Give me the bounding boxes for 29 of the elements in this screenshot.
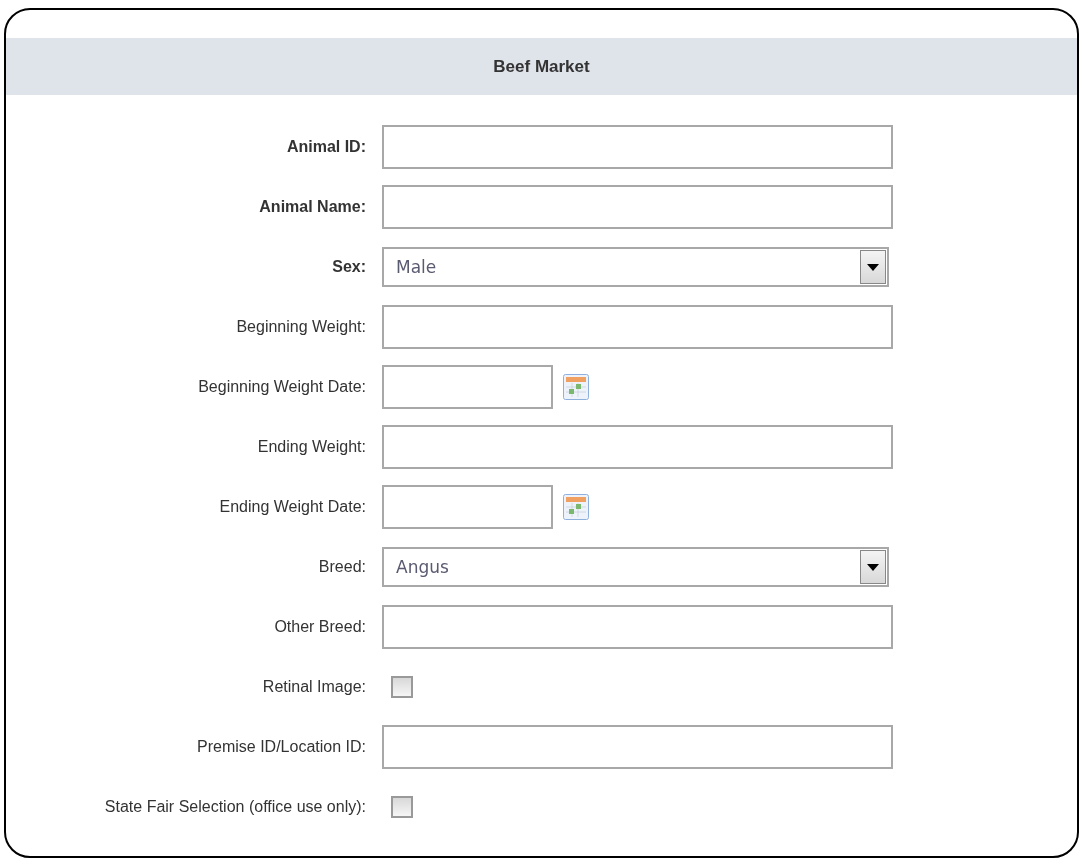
dropdown[interactable]: Male xyxy=(382,247,889,287)
field-label: Beginning Weight Date: xyxy=(198,378,366,396)
field-label: Retinal Image: xyxy=(262,678,366,696)
field-label: Other Breed: xyxy=(274,618,366,636)
checkbox[interactable] xyxy=(391,676,413,698)
caret-icon xyxy=(867,263,879,271)
text-field[interactable] xyxy=(382,725,893,769)
field-label: Breed: xyxy=(318,558,366,576)
form-title: Beef Market xyxy=(493,56,590,77)
checkbox[interactable] xyxy=(391,796,413,818)
calendar-icon[interactable] xyxy=(563,374,589,400)
date-field[interactable] xyxy=(382,365,553,409)
text-field[interactable] xyxy=(382,605,893,649)
field-label: Beginning Weight: xyxy=(236,318,366,336)
field-label: Ending Weight Date: xyxy=(219,498,366,516)
field-label: Sex: xyxy=(332,258,366,276)
text-field[interactable] xyxy=(382,185,893,229)
field-label: Ending Weight: xyxy=(257,438,366,456)
dropdown[interactable]: Angus xyxy=(382,547,889,587)
field-label: Animal ID: xyxy=(286,138,366,156)
field-label: Animal Name: xyxy=(259,198,366,216)
field-label: Premise ID/Location ID: xyxy=(197,738,366,756)
text-field[interactable] xyxy=(382,425,893,469)
field-label: State Fair Selection (office use only): xyxy=(104,798,366,816)
text-field[interactable] xyxy=(382,125,893,169)
calendar-icon[interactable] xyxy=(563,494,589,520)
text-field[interactable] xyxy=(382,305,893,349)
caret-icon xyxy=(867,563,879,571)
date-field[interactable] xyxy=(382,485,553,529)
